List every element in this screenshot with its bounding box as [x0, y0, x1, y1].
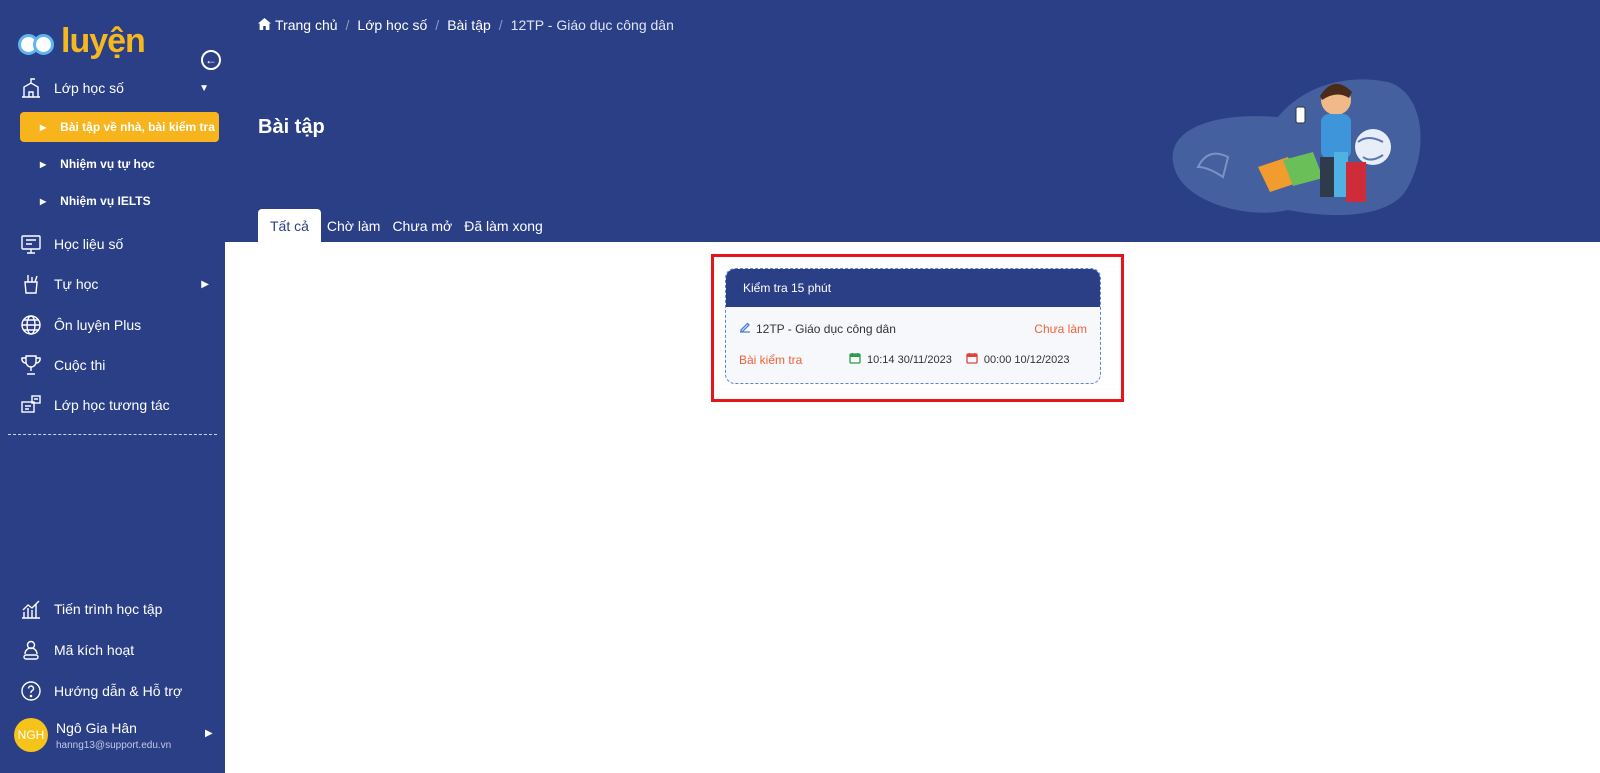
page-header: Trang chủ / Lớp học số / Bài tập / 12TP …: [225, 0, 1600, 242]
sidebar: ôn luyện ← Lớp học số ▼ ▶ Bài tập về nhà…: [0, 0, 225, 773]
chart-icon: [20, 598, 42, 620]
sidebar-item-learning-progress[interactable]: Tiến trình học tập: [0, 589, 225, 629]
assignment-meta-row: Bài kiểm tra 10:14 30/11/2023 00:00 10/1…: [739, 352, 1087, 367]
caret-right-icon[interactable]: ▶: [205, 728, 213, 739]
sidebar-item-label: Lớp học số: [54, 80, 124, 96]
globe-icon: [20, 314, 42, 336]
sidebar-item-label: Học liệu số: [54, 236, 124, 252]
sidebar-divider: [8, 434, 217, 435]
breadcrumb-item[interactable]: Lớp học số: [357, 17, 427, 33]
monitor-book-icon: [20, 233, 42, 255]
end-date: 00:00 10/12/2023: [966, 352, 1070, 367]
tab-not-open[interactable]: Chưa mở: [386, 209, 458, 242]
sidebar-item-label: Ôn luyện Plus: [54, 317, 142, 333]
sidebar-item-help-support[interactable]: Hướng dẫn & Hỗ trợ: [0, 671, 225, 711]
sidebar-subitem-ielts-tasks[interactable]: ▶ Nhiệm vụ IELTS: [20, 186, 219, 216]
sidebar-item-on-luyen-plus[interactable]: Ôn luyện Plus: [0, 305, 225, 345]
tab-done[interactable]: Đã làm xong: [458, 209, 549, 242]
pencil-cup-icon: [20, 273, 42, 295]
breadcrumb-home[interactable]: Trang chủ: [275, 17, 338, 33]
sidebar-item-tu-hoc[interactable]: Tự học ▶: [0, 264, 225, 304]
caret-right-icon: ▶: [201, 278, 209, 290]
sidebar-item-lop-hoc-so[interactable]: Lớp học số ▼: [0, 68, 225, 108]
collapse-sidebar-button[interactable]: ←: [201, 50, 221, 70]
tab-bar: Tất cả Chờ làm Chưa mở Đã làm xong: [258, 209, 549, 242]
breadcrumb-separator: /: [498, 17, 503, 33]
sidebar-item-label: Lớp học tương tác: [54, 397, 170, 413]
sidebar-subitem-homework[interactable]: ▶ Bài tập về nhà, bài kiểm tra: [20, 112, 219, 142]
breadcrumb-separator: /: [435, 17, 440, 33]
breadcrumb: Trang chủ / Lớp học số / Bài tập / 12TP …: [258, 17, 674, 33]
sidebar-subitem-self-study-tasks[interactable]: ▶ Nhiệm vụ tự học: [20, 149, 219, 179]
key-person-icon: [20, 639, 42, 661]
user-name: Ngô Gia Hân: [56, 719, 137, 736]
user-email: hanng13@support.edu.vn: [56, 739, 172, 751]
sidebar-item-label: Hướng dẫn & Hỗ trợ: [54, 683, 183, 699]
arrow-left-icon: ←: [205, 53, 217, 67]
end-date-text: 00:00 10/12/2023: [983, 353, 1070, 366]
sidebar-item-lop-hoc-tuong-tac[interactable]: Lớp học tương tác: [0, 385, 225, 425]
user-profile[interactable]: NGH Ngô Gia Hân hanng13@support.edu.vn: [14, 718, 171, 752]
school-icon: [20, 77, 42, 99]
app: ôn luyện ← Lớp học số ▼ ▶ Bài tập về nhà…: [0, 0, 1600, 773]
sidebar-item-label: Cuộc thi: [54, 357, 106, 373]
sidebar-item-hoc-lieu-so[interactable]: Học liệu số: [0, 224, 225, 264]
tab-all[interactable]: Tất cả: [258, 209, 321, 242]
play-icon: ▶: [40, 122, 47, 132]
assignment-card[interactable]: Kiểm tra 15 phút 12TP - Giáo dục công dâ…: [725, 268, 1101, 384]
calendar-start-icon: [849, 352, 867, 367]
logo[interactable]: ôn luyện: [18, 22, 146, 61]
owl-icon: [18, 29, 54, 55]
sidebar-subitem-label: Nhiệm vụ IELTS: [60, 194, 151, 208]
start-date: 10:14 30/11/2023: [849, 352, 952, 367]
assignment-title: Kiểm tra 15 phút: [726, 269, 1100, 307]
logo-text-2: luyện: [61, 22, 146, 60]
assignment-class-row: 12TP - Giáo dục công dân Chưa làm: [739, 321, 1087, 336]
assignment-kind: Bài kiểm tra: [739, 352, 803, 367]
edit-icon: [739, 321, 751, 336]
trophy-icon: [20, 354, 42, 376]
sidebar-item-cuoc-thi[interactable]: Cuộc thi: [0, 345, 225, 385]
sidebar-item-label: Mã kích hoạt: [54, 642, 135, 658]
sidebar-subitem-label: Nhiệm vụ tự học: [60, 157, 155, 171]
interactive-class-icon: [20, 394, 42, 416]
tab-pending[interactable]: Chờ làm: [321, 209, 387, 242]
breadcrumb-separator: /: [345, 17, 350, 33]
sidebar-subitem-label: Bài tập về nhà, bài kiểm tra: [60, 120, 215, 134]
question-circle-icon: [20, 680, 42, 702]
play-icon: ▶: [40, 196, 47, 206]
play-icon: ▶: [40, 159, 47, 169]
sidebar-item-label: Tự học: [54, 276, 99, 292]
breadcrumb-current: 12TP - Giáo dục công dân: [510, 17, 674, 33]
page-title: Bài tập: [258, 116, 325, 138]
student-illustration: [1168, 72, 1428, 227]
status-badge: Chưa làm: [1034, 321, 1087, 336]
calendar-end-icon: [966, 352, 984, 367]
home-icon: [258, 17, 271, 33]
sidebar-item-label: Tiến trình học tập: [54, 601, 163, 617]
start-date-text: 10:14 30/11/2023: [867, 353, 952, 366]
assignment-class: 12TP - Giáo dục công dân: [756, 321, 896, 336]
avatar: NGH: [14, 718, 48, 752]
sidebar-item-activation-code[interactable]: Mã kích hoạt: [0, 630, 225, 670]
breadcrumb-item[interactable]: Bài tập: [447, 17, 491, 33]
caret-down-icon: ▼: [199, 82, 209, 94]
